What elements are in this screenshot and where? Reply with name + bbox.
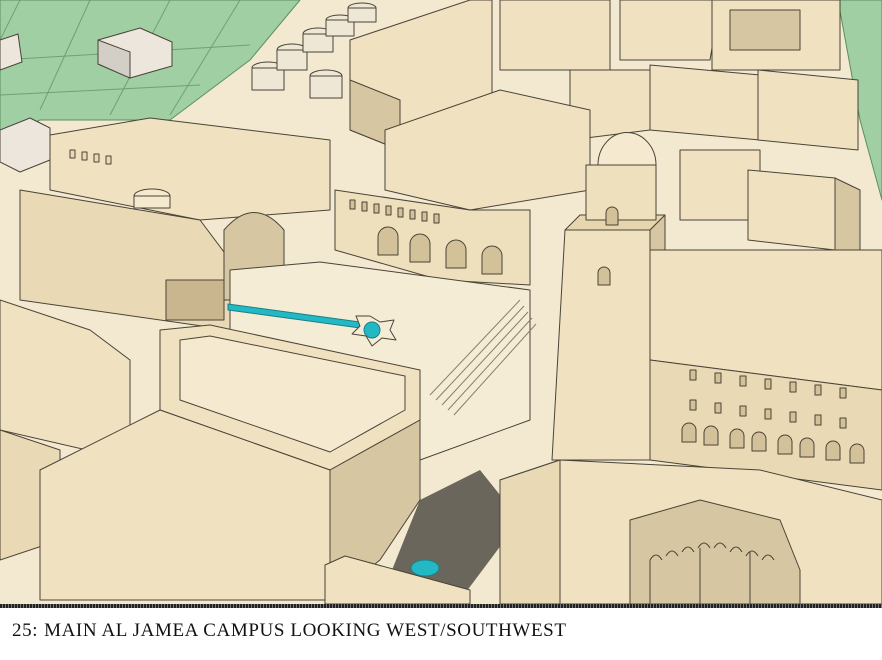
figure-page: 25: MAIN AL JAMEA CAMPUS LOOKING WEST/SOU… — [0, 0, 882, 660]
figure-caption-text: MAIN AL JAMEA CAMPUS LOOKING WEST/SOUTHW… — [44, 620, 567, 641]
minaret-upper — [585, 164, 657, 221]
minaret-tower — [551, 229, 651, 461]
small-fountain — [410, 559, 440, 577]
east-building-3 — [757, 69, 859, 151]
balcony-west — [165, 279, 225, 321]
figure-caption: 25: MAIN AL JAMEA CAMPUS LOOKING WEST/SOU… — [12, 620, 567, 642]
north-building-b — [499, 0, 611, 71]
east-building-5 — [747, 169, 836, 251]
campus-3d-render — [0, 0, 882, 604]
campus-render-svg — [0, 0, 882, 604]
east-building-2 — [649, 64, 761, 141]
north-building-c — [619, 0, 721, 61]
figure-number: 25: — [12, 620, 39, 641]
caption-divider — [0, 604, 882, 608]
